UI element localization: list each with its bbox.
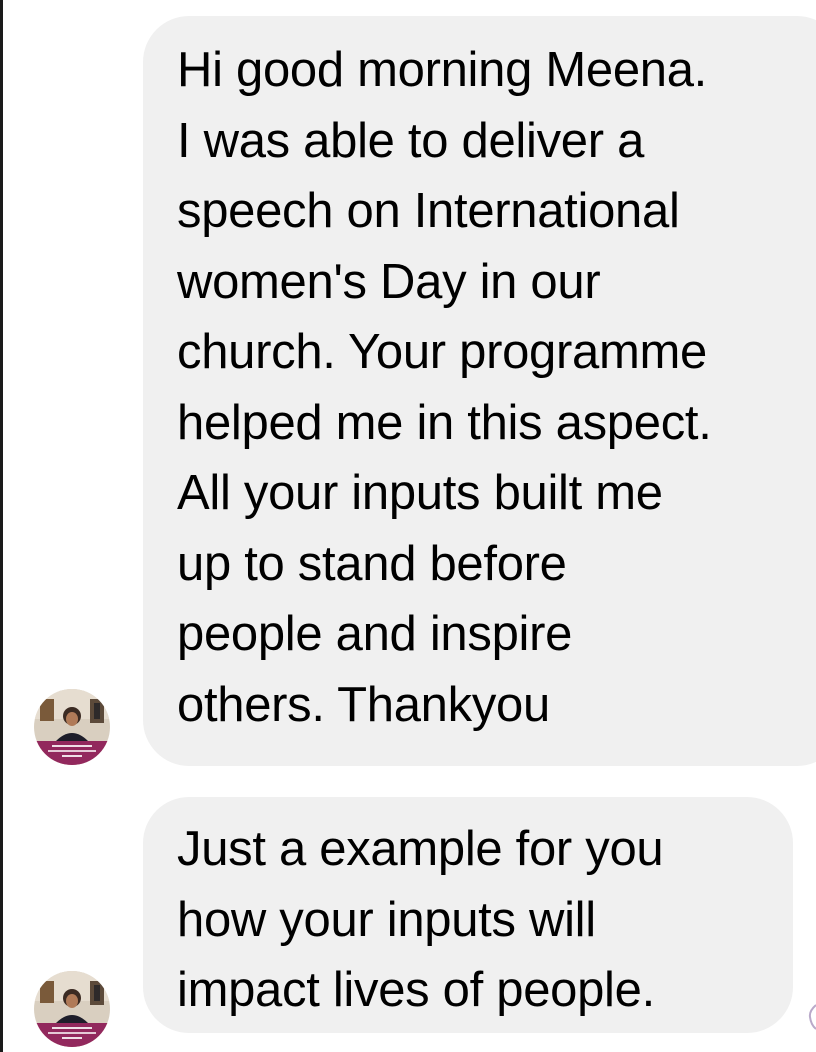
message-bubble-1[interactable]: Hi good morning Meena. I was able to del… — [143, 16, 816, 766]
reaction-icon[interactable] — [808, 1003, 816, 1031]
window-left-border — [0, 0, 3, 1052]
avatar-image-icon — [34, 971, 110, 1047]
sender-avatar-2[interactable] — [34, 971, 110, 1047]
message-bubble-2[interactable]: Just a example for you how your inputs w… — [143, 797, 793, 1033]
sender-avatar-1[interactable] — [34, 689, 110, 765]
avatar-image-icon — [34, 689, 110, 765]
